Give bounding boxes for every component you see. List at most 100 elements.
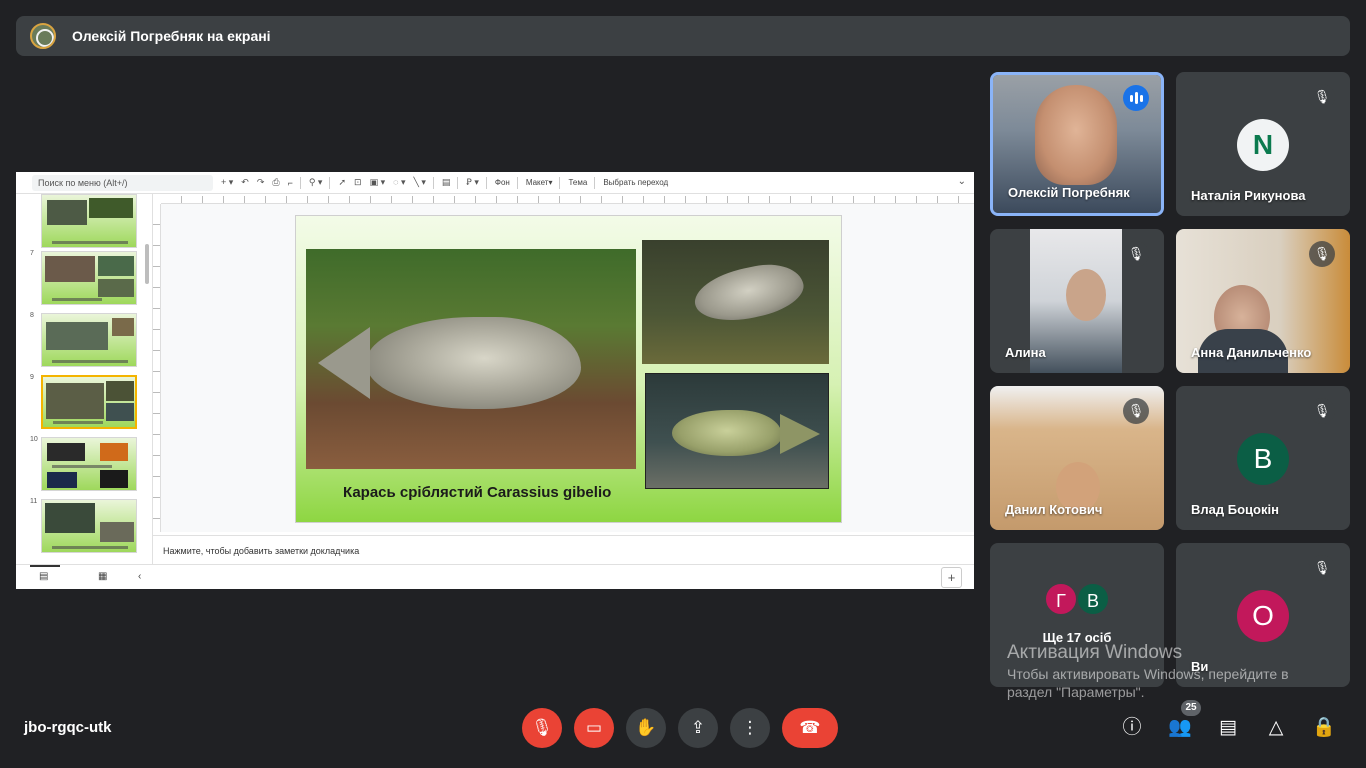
speaker-notes-field[interactable]: Нажмите, чтобы добавить заметки докладчи… [153, 535, 974, 564]
collapse-filmstrip-icon[interactable]: ‹ [138, 571, 141, 582]
mic-off-icon: 🎙 [1309, 84, 1335, 110]
raise-hand-button[interactable]: ✋ [626, 708, 666, 748]
participant-avatar: О [1237, 590, 1289, 642]
toolbar-divider [329, 176, 331, 189]
slide-number: 8 [30, 312, 34, 319]
more-options-button[interactable]: ⋮ [730, 708, 770, 748]
undo-icon[interactable]: ↶ [241, 177, 249, 188]
presenting-banner: Олексій Погребняк на екрані [16, 16, 1350, 56]
slide-caption[interactable]: Карась сріблястий Carassius gibelio [343, 484, 611, 501]
host-controls-icon: 🔒 [1312, 717, 1336, 738]
toolbar-divider [559, 176, 561, 189]
thumbnail-caption [53, 421, 103, 424]
format-options-icon[interactable]: Ꝑ ▾ [466, 177, 478, 188]
meeting-details-button[interactable]: ⓘ [1117, 713, 1147, 743]
thumbnail-image [47, 200, 87, 225]
leave-call-button[interactable]: ☎ [782, 708, 838, 748]
participant-tile-nataliia[interactable]: N 🎙 Наталія Рикунова [1176, 72, 1350, 216]
thumbnail-caption [52, 465, 112, 468]
paint-format-icon[interactable]: ⌐ [288, 178, 293, 188]
participant-count-badge: 25 [1181, 700, 1201, 716]
slide-photo-bottom-right[interactable] [645, 373, 829, 489]
layout-label: Макет [525, 178, 549, 187]
slide-thumbnail[interactable] [41, 437, 137, 491]
filmstrip-scrollbar[interactable] [145, 244, 149, 284]
current-slide[interactable]: Карась сріблястий Carassius gibelio [295, 215, 842, 523]
print-icon[interactable]: ⎙ [272, 177, 279, 188]
background-button[interactable]: Фон [495, 178, 510, 187]
participant-name: Данил Котович [1005, 502, 1103, 517]
people-button[interactable]: 👥 [1165, 713, 1195, 743]
thumbnail-image [47, 443, 85, 461]
slide-filmstrip[interactable]: 7 8 9 10 11 [16, 194, 153, 564]
mic-off-icon: 🎙 [1123, 398, 1149, 424]
slide-thumbnail[interactable] [41, 499, 137, 553]
toolbar-divider [299, 176, 301, 189]
text-box-icon[interactable]: ⊡ [354, 177, 362, 188]
slide-photo-top-right[interactable] [642, 240, 829, 364]
host-controls-button[interactable]: 🔒 [1309, 713, 1339, 743]
theme-button[interactable]: Тема [568, 178, 587, 187]
slides-toolbar: Поиск по меню (Alt+/) + ▾ ↶ ↷ ⎙ ⌐ ⚲ ▾ ➚ … [16, 172, 974, 194]
image-icon[interactable]: ▣ ▾ [370, 177, 386, 188]
slide-number: 7 [30, 250, 34, 257]
toolbar-divider [516, 176, 518, 189]
participant-tile-anna[interactable]: 🎙 Анна Данильченко [1176, 229, 1350, 373]
camera-toggle-button[interactable]: ▭ [574, 708, 614, 748]
menu-search-input[interactable]: Поиск по меню (Alt+/) [32, 174, 213, 191]
thumbnail-image [106, 403, 134, 421]
redo-icon[interactable]: ↷ [257, 177, 265, 188]
participant-avatar: В [1076, 582, 1110, 616]
chat-button[interactable]: ▤ [1213, 713, 1243, 743]
grid-view-icon[interactable]: ▦ [98, 571, 107, 582]
editor-bottom-bar: ▤ ▦ ‹ + [16, 564, 974, 589]
comment-icon[interactable]: ▤ [442, 177, 451, 188]
participant-tile-danyl[interactable]: 🎙 Данил Котович [990, 386, 1164, 530]
toolbar-divider [457, 176, 459, 189]
thumbnail-image [47, 472, 77, 488]
fish-shape [672, 410, 820, 456]
presenting-title: Олексій Погребняк на екрані [72, 28, 271, 44]
thumbnail-caption [52, 298, 102, 301]
zoom-icon[interactable]: ⚲ ▾ [309, 177, 323, 188]
shape-icon[interactable]: ◌ ▾ [393, 177, 405, 188]
hand-raise-icon: ✋ [635, 718, 657, 737]
thumbnail-image [100, 522, 134, 542]
transition-button[interactable]: Выбрать переход [603, 178, 668, 187]
thumbnail-image [98, 279, 134, 297]
collapse-toolbar-icon[interactable]: ⌄ [958, 176, 966, 187]
mic-toggle-button[interactable]: 🎙 [522, 708, 562, 748]
participant-avatar: В [1237, 433, 1289, 485]
participant-tile-vlad[interactable]: В 🎙 Влад Боцокін [1176, 386, 1350, 530]
thumbnail-image [89, 198, 133, 218]
present-screen-button[interactable]: ⇪ [678, 708, 718, 748]
thumbnail-image [100, 470, 128, 488]
participant-tile-alina[interactable]: 🎙 Алина [990, 229, 1164, 373]
mic-off-icon: 🎙 [1123, 241, 1149, 267]
explore-icon[interactable]: + [941, 567, 962, 588]
participant-tile-oleksii[interactable]: Олексій Погребняк [990, 72, 1164, 216]
mic-off-icon: 🎙 [1309, 398, 1335, 424]
slide-thumbnail[interactable] [41, 313, 137, 367]
participant-name: Олексій Погребняк [1008, 185, 1130, 200]
thumbnail-image [100, 443, 128, 461]
participant-name: Влад Боцокін [1191, 502, 1279, 517]
thumbnail-caption [52, 546, 128, 549]
fish-shape [690, 257, 808, 329]
slide-number: 11 [30, 498, 38, 505]
more-vert-icon: ⋮ [741, 718, 759, 737]
new-slide-icon[interactable]: + ▾ [221, 177, 233, 188]
line-icon[interactable]: ╲ ▾ [413, 177, 425, 188]
thumbnail-caption [52, 241, 128, 244]
select-cursor-icon[interactable]: ➚ [338, 177, 346, 188]
filmstrip-view-icon[interactable]: ▤ [39, 571, 48, 582]
slide-photo-main[interactable] [306, 249, 636, 469]
participant-avatar: Г [1044, 582, 1078, 616]
slide-thumbnail-selected[interactable] [41, 375, 137, 429]
slide-thumbnail[interactable] [41, 194, 137, 248]
slide-thumbnail[interactable] [41, 251, 137, 305]
meeting-code[interactable]: jbo-rgqc-utk [24, 719, 112, 736]
activities-button[interactable]: △ [1261, 713, 1291, 743]
speaking-indicator-icon [1123, 85, 1149, 111]
layout-button[interactable]: Макет▾ [526, 178, 553, 187]
